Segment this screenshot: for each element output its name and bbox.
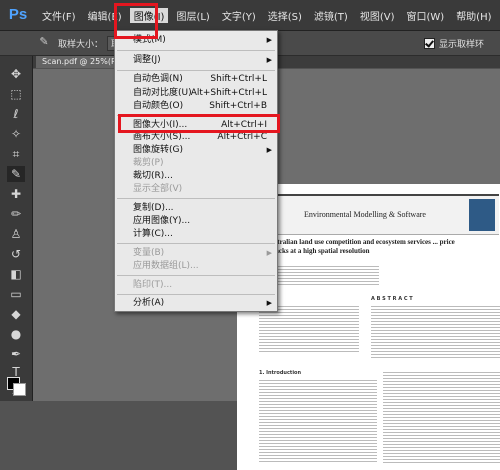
menu-type[interactable]: 文字(Y): [218, 8, 260, 23]
move-tool-icon[interactable]: ✥: [7, 66, 25, 82]
submenu-arrow-icon: ▶: [266, 249, 272, 257]
menu-item-trim[interactable]: 裁切(R)...: [115, 170, 277, 183]
menu-item-variables[interactable]: 变量(B) ▶: [115, 247, 277, 260]
body-column-right: [383, 370, 500, 464]
menu-separator: [117, 70, 275, 71]
menu-item-label: 复制(D)...: [133, 203, 174, 213]
menu-layer[interactable]: 图层(L): [172, 8, 213, 23]
menu-item-label: 陷印(T)...: [133, 280, 173, 290]
menu-item-crop[interactable]: 裁剪(P): [115, 157, 277, 170]
menu-separator: [117, 294, 275, 295]
submenu-arrow-icon: ▶: [266, 146, 272, 154]
highlight-box-image-menu: [114, 3, 158, 39]
menu-item-label: 显示全部(V): [133, 184, 183, 194]
menu-separator: [117, 198, 275, 199]
journal-cover-image: [469, 199, 495, 231]
menu-select[interactable]: 选择(S): [264, 8, 306, 23]
menu-item-adjustments[interactable]: 调整(J) ▶: [115, 54, 277, 67]
lasso-tool-icon[interactable]: ℓ: [7, 106, 25, 122]
menu-item-shortcut: Alt+Shift+Ctrl+L: [190, 88, 267, 98]
show-sampling-ring-checkbox[interactable]: 显示取样环: [424, 37, 484, 50]
menu-item-label: 分析(A): [133, 298, 165, 308]
body-column-left: [259, 378, 377, 464]
tools-panel: ✥ ⬚ ℓ ✧ ⌗ ✎ ✚ ✏ ♙ ↺ ◧ ▭ ◆ ● ✒ T ➤: [0, 56, 33, 401]
crop-tool-icon[interactable]: ⌗: [7, 146, 25, 162]
menu-item-apply-data-set[interactable]: 应用数据组(L)...: [115, 260, 277, 273]
menu-item-label: 自动色调(N): [133, 74, 183, 84]
journal-header: Environmental Modelling & Software: [259, 194, 499, 235]
journal-title: Environmental Modelling & Software: [304, 210, 426, 219]
menu-window[interactable]: 窗口(W): [402, 8, 448, 23]
menu-item-label: 调整(J): [133, 55, 161, 65]
highlight-box-image-size: [118, 114, 280, 133]
introduction-heading: 1. Introduction: [259, 370, 302, 376]
menu-item-label: 应用数据组(L)...: [133, 261, 199, 271]
menu-item-label: 裁切(R)...: [133, 171, 173, 181]
menu-item-trap[interactable]: 陷印(T)...: [115, 279, 277, 292]
sample-size-label: 取样大小：: [58, 39, 104, 50]
menu-item-label: 自动颜色(O): [133, 101, 184, 111]
menu-item-label: 应用图像(Y)...: [133, 216, 191, 226]
history-brush-tool-icon[interactable]: ↺: [7, 246, 25, 262]
marquee-tool-icon[interactable]: ⬚: [7, 86, 25, 102]
abstract-heading: A B S T R A C T: [371, 296, 413, 302]
abstract-text: [371, 304, 500, 360]
menu-item-label: 裁剪(P): [133, 158, 164, 168]
checkbox-checked-icon[interactable]: [424, 37, 436, 49]
photoshop-logo: Ps: [8, 6, 28, 23]
menu-item-label: 变量(B): [133, 248, 165, 258]
menu-separator: [117, 243, 275, 244]
menu-item-label: 计算(C)...: [133, 229, 173, 239]
dodge-tool-icon[interactable]: ●: [7, 326, 25, 342]
menu-separator: [117, 50, 275, 51]
menu-help[interactable]: 帮助(H): [452, 8, 495, 23]
menu-item-auto-contrast[interactable]: 自动对比度(U) Alt+Shift+Ctrl+L: [115, 87, 277, 100]
eyedropper-tool-icon[interactable]: ✎: [7, 166, 25, 182]
show-sampling-ring-label: 显示取样环: [439, 39, 485, 50]
background-color-swatch[interactable]: [13, 383, 26, 396]
menu-item-label: 自动对比度(U): [133, 88, 192, 98]
eyedropper-icon[interactable]: ✎: [36, 35, 52, 51]
healing-brush-tool-icon[interactable]: ✚: [7, 186, 25, 202]
eraser-tool-icon[interactable]: ◧: [7, 266, 25, 282]
menu-item-image-rotation[interactable]: 图像旋转(G) ▶: [115, 144, 277, 157]
menu-item-label: 图像旋转(G): [133, 145, 183, 155]
article-title: ... Australian land use competition and …: [259, 238, 455, 255]
submenu-arrow-icon: ▶: [266, 36, 272, 44]
menu-item-shortcut: Shift+Ctrl+L: [210, 74, 267, 84]
menu-item-auto-tone[interactable]: 自动色调(N) Shift+Ctrl+L: [115, 73, 277, 86]
brush-tool-icon[interactable]: ✏: [7, 206, 25, 222]
gradient-tool-icon[interactable]: ▭: [7, 286, 25, 302]
menu-separator: [117, 275, 275, 276]
menu-item-apply-image[interactable]: 应用图像(Y)...: [115, 215, 277, 228]
menu-item-reveal-all[interactable]: 显示全部(V): [115, 183, 277, 196]
menu-item-calculations[interactable]: 计算(C)...: [115, 228, 277, 241]
quick-select-tool-icon[interactable]: ✧: [7, 126, 25, 142]
menu-item-duplicate[interactable]: 复制(D)...: [115, 202, 277, 215]
submenu-arrow-icon: ▶: [266, 56, 272, 64]
clone-stamp-tool-icon[interactable]: ♙: [7, 226, 25, 242]
menu-item-shortcut: Shift+Ctrl+B: [209, 101, 267, 111]
menu-filter[interactable]: 滤镜(T): [310, 8, 352, 23]
menu-item-analysis[interactable]: 分析(A) ▶: [115, 297, 277, 310]
pen-tool-icon[interactable]: ✒: [7, 346, 25, 362]
menu-file[interactable]: 文件(F): [38, 8, 80, 23]
menu-view[interactable]: 视图(V): [356, 8, 399, 23]
menu-item-auto-color[interactable]: 自动颜色(O) Shift+Ctrl+B: [115, 100, 277, 113]
blur-tool-icon[interactable]: ◆: [7, 306, 25, 322]
submenu-arrow-icon: ▶: [266, 299, 272, 307]
menu-bar: Ps 文件(F) 编辑(E) 图像(I) 图层(L) 文字(Y) 选择(S) 滤…: [0, 0, 500, 31]
image-menu-dropdown: 模式(M) ▶ 调整(J) ▶ 自动色调(N) Shift+Ctrl+L 自动对比度(…: [114, 30, 278, 312]
